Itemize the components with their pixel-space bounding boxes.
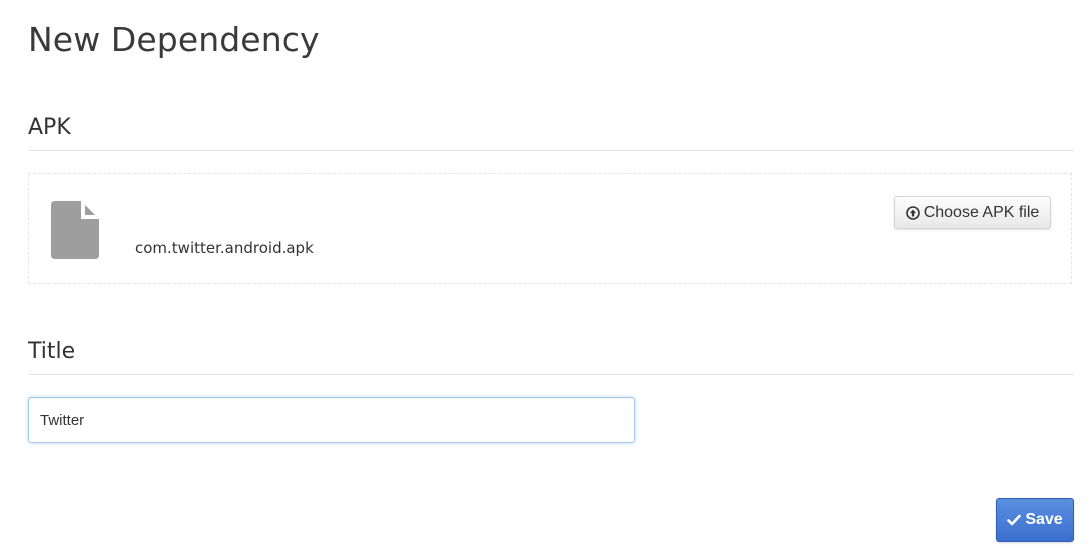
title-section-heading: Title bbox=[28, 339, 76, 364]
apk-section-heading: APK bbox=[28, 115, 71, 140]
page-title: New Dependency bbox=[28, 20, 320, 59]
choose-apk-file-label: Choose APK file bbox=[923, 203, 1040, 221]
file-icon bbox=[51, 201, 99, 259]
choose-apk-file-button[interactable]: Choose APK file bbox=[894, 196, 1051, 229]
save-button[interactable]: Save bbox=[996, 498, 1074, 542]
save-label: Save bbox=[1025, 511, 1063, 528]
apk-file-name: com.twitter.android.apk bbox=[135, 239, 314, 257]
title-section-divider bbox=[28, 374, 1074, 375]
new-dependency-page: New Dependency APK com.twitter.android.a… bbox=[0, 0, 1092, 558]
check-icon bbox=[1007, 513, 1022, 527]
arrow-up-circle-icon bbox=[905, 205, 920, 220]
title-input[interactable] bbox=[28, 397, 635, 443]
apk-dropzone[interactable]: com.twitter.android.apk Choose APK file bbox=[28, 173, 1072, 284]
apk-section-divider bbox=[28, 150, 1074, 151]
